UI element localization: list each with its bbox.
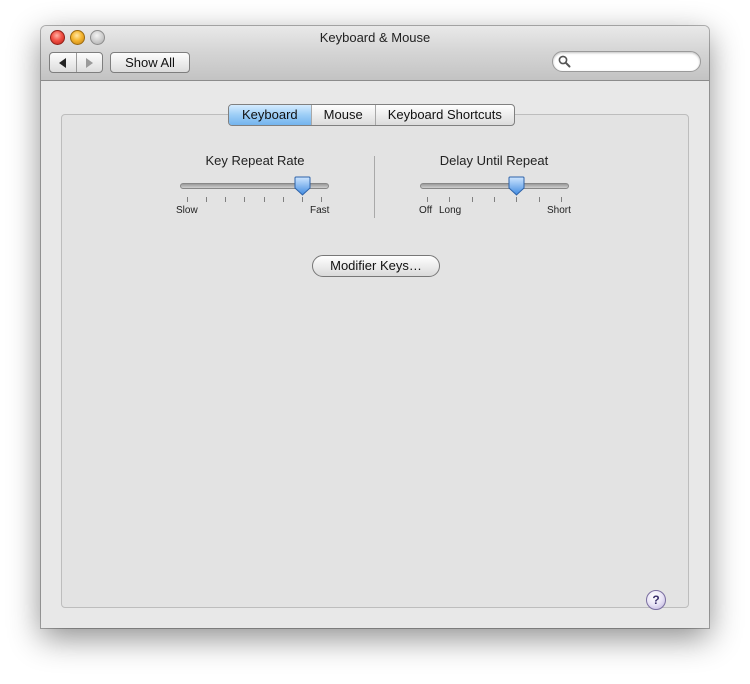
- key-repeat-rate-tick: [282, 197, 284, 202]
- tab-mouse[interactable]: Mouse: [310, 105, 375, 125]
- delay-short-label: Short: [547, 205, 571, 216]
- key-repeat-rate-tick: [301, 197, 303, 202]
- tab-bar: Keyboard Mouse Keyboard Shortcuts: [228, 104, 515, 126]
- preferences-window: Keyboard & Mouse Show All Keyboard Mouse…: [41, 26, 709, 628]
- delay-until-repeat-label: Delay Until Repeat: [439, 153, 549, 168]
- show-all-button[interactable]: Show All: [110, 52, 190, 73]
- back-button[interactable]: [50, 53, 76, 72]
- search-field[interactable]: [552, 51, 701, 72]
- section-divider: [374, 156, 375, 218]
- back-arrow-icon: [59, 57, 67, 68]
- delay-off-label: Off: [419, 205, 433, 216]
- delay-until-repeat-tick: [494, 197, 495, 202]
- delay-long-label: Long: [439, 205, 462, 216]
- delay-until-repeat-tick: [561, 197, 562, 202]
- window-title: Keyboard & Mouse: [319, 30, 431, 45]
- search-icon: [558, 55, 571, 68]
- delay-until-repeat-track[interactable]: [420, 183, 569, 189]
- search-input[interactable]: [573, 53, 691, 69]
- key-repeat-rate-tick: [225, 197, 227, 202]
- title-bar: Keyboard & Mouse Show All: [41, 26, 709, 81]
- delay-until-repeat-tick: [449, 197, 451, 202]
- key-repeat-rate-tick: [263, 197, 265, 202]
- tab-keyboard-shortcuts[interactable]: Keyboard Shortcuts: [374, 105, 514, 125]
- key-repeat-rate-tick: [244, 197, 246, 202]
- key-repeat-rate-tick: [206, 197, 208, 202]
- tab-panel: [61, 114, 689, 608]
- preference-pane: Keyboard Mouse Keyboard Shortcuts Key Re…: [41, 81, 709, 628]
- key-repeat-rate-thumb[interactable]: [294, 176, 311, 196]
- forward-arrow-icon: [85, 57, 93, 68]
- key-repeat-rate-tick: [187, 197, 188, 202]
- delay-until-repeat-thumb[interactable]: [508, 176, 525, 196]
- forward-button[interactable]: [75, 53, 103, 72]
- delay-until-repeat-tick: [471, 197, 473, 202]
- tab-keyboard[interactable]: Keyboard: [229, 105, 311, 125]
- modifier-keys-button[interactable]: Modifier Keys…: [312, 255, 440, 277]
- key-repeat-slow-label: Slow: [176, 205, 198, 216]
- key-repeat-rate-tick: [321, 197, 322, 202]
- help-button[interactable]: ?: [646, 590, 666, 610]
- delay-until-repeat-tick: [538, 197, 540, 202]
- delay-until-repeat-tick: [427, 197, 428, 202]
- key-repeat-rate-label: Key Repeat Rate: [205, 153, 305, 168]
- delay-until-repeat-tick: [516, 197, 518, 202]
- back-forward-control: [49, 52, 103, 73]
- key-repeat-fast-label: Fast: [310, 205, 330, 216]
